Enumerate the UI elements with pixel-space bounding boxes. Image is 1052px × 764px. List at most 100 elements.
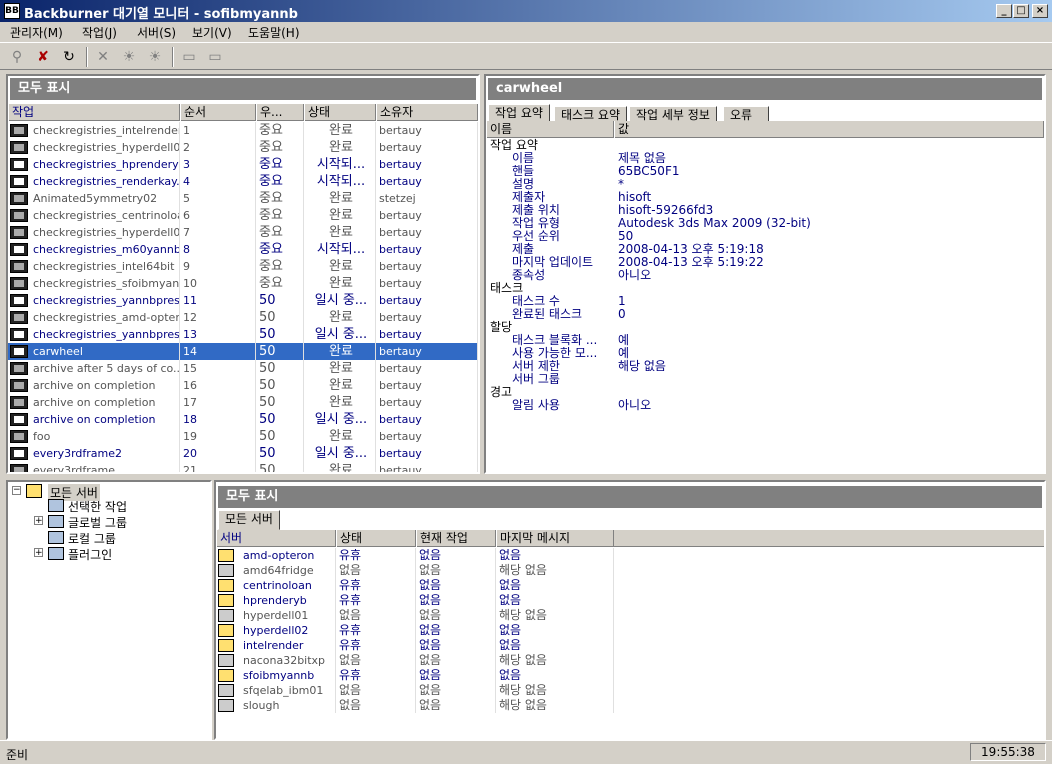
job-priority: 중요 — [256, 173, 304, 190]
job-row[interactable]: checkregistries_renderkay... 4 중요 시작되... ber… — [8, 173, 478, 190]
job-row[interactable]: checkregistries_hprenderyb 3 중요 시작되... berta… — [8, 156, 478, 173]
tree-collapse-toggle[interactable]: − — [12, 486, 21, 495]
tree-item-label: 로컬 그룹 — [68, 532, 116, 546]
job-row[interactable]: checkregistries_yannbpres... 13 50 일시 중... b… — [8, 326, 478, 343]
job-row[interactable]: checkregistries_amd-opteron 12 50 완료 bertauy — [8, 309, 478, 326]
server-row[interactable]: slough 없음 없음 해당 없음 — [216, 698, 1044, 713]
tab-all-servers[interactable]: 모든 서버 — [218, 510, 280, 530]
activate-icon[interactable]: ☀ — [118, 47, 140, 67]
job-name: checkregistries_hyperdell02 — [30, 139, 180, 156]
job-row[interactable]: archive on completion 17 50 완료 bertauy — [8, 394, 478, 411]
suspend-icon[interactable]: ☀ — [144, 47, 166, 67]
tree-item[interactable]: + 플러그인 — [8, 546, 208, 562]
tree-expand-toggle[interactable] — [34, 532, 43, 541]
col-owner[interactable]: 소유자 — [376, 104, 478, 121]
menu-job[interactable]: 작업(J) — [82, 24, 117, 41]
job-owner: bertauy — [376, 377, 478, 394]
col-value[interactable]: 값 — [614, 121, 1044, 138]
job-name: checkregistries_hyperdell01 — [30, 224, 180, 241]
col-server[interactable]: 서버 — [216, 530, 336, 547]
film-icon — [10, 345, 28, 358]
server-row[interactable]: hprenderyb 유휴 없음 없음 — [216, 593, 1044, 608]
server-row[interactable]: sfoibmyannb 유휴 없음 없음 — [216, 668, 1044, 683]
menu-admin[interactable]: 관리자(M) — [10, 24, 63, 41]
server-row[interactable]: sfqelab_ibm01 없음 없음 해당 없음 — [216, 683, 1044, 698]
tree-item[interactable]: 로컬 그룹 — [8, 530, 208, 546]
close-button[interactable]: × — [1032, 4, 1048, 18]
servers-panel-title: 모두 표시 — [218, 486, 1042, 508]
col-job[interactable]: 작업 — [8, 104, 180, 121]
job-row[interactable]: Animated5ymmetry02 5 중요 완료 stetzej — [8, 190, 478, 207]
server-status: 유휴 — [336, 668, 416, 683]
job-owner: bertauy — [376, 343, 478, 360]
job-row[interactable]: checkregistries_hyperdell02 2 중요 완료 bertauy — [8, 139, 478, 156]
server-msg: 해당 없음 — [496, 698, 614, 713]
monitor-icon[interactable]: ▭ — [178, 47, 200, 67]
tree-item[interactable]: 선택한 작업 — [8, 498, 208, 514]
job-status: 완료 — [304, 428, 376, 445]
job-owner: bertauy — [376, 445, 478, 462]
server-row[interactable]: amd-opteron 유휴 없음 없음 — [216, 548, 1044, 563]
film-icon — [10, 396, 28, 409]
delete-icon[interactable]: ✕ — [92, 47, 114, 67]
menu-view[interactable]: 보기(V) — [192, 24, 232, 41]
job-owner: bertauy — [376, 411, 478, 428]
job-name: checkregistries_intelrender — [30, 122, 180, 139]
server-icon — [218, 639, 234, 652]
server-row[interactable]: hyperdell01 없음 없음 해당 없음 — [216, 608, 1044, 623]
server-row[interactable]: nacona32bitxp 없음 없음 해당 없음 — [216, 653, 1044, 668]
disconnect-icon[interactable]: ✘ — [32, 47, 54, 67]
tree-expand-toggle[interactable] — [34, 500, 43, 509]
job-priority: 50 — [256, 428, 304, 445]
maximize-button[interactable]: □ — [1013, 4, 1029, 18]
job-owner: bertauy — [376, 207, 478, 224]
col-name[interactable]: 이름 — [486, 121, 614, 138]
job-row[interactable]: checkregistries_sfoibmyannb 10 중요 완료 bertauy — [8, 275, 478, 292]
property-row: 경고 — [488, 386, 1042, 399]
server-row[interactable]: hyperdell02 유휴 없음 없음 — [216, 623, 1044, 638]
col-last-message[interactable]: 마지막 메시지 — [496, 530, 614, 547]
col-order[interactable]: 순서 — [180, 104, 256, 121]
monitor2-icon[interactable]: ▭ — [204, 47, 226, 67]
server-name: amd64fridge — [240, 563, 336, 578]
tree-item[interactable]: + 글로벌 그룹 — [8, 514, 208, 530]
server-job: 없음 — [416, 653, 496, 668]
job-row[interactable]: carwheel 14 50 완료 bertauy — [8, 343, 478, 360]
job-order: 19 — [180, 428, 256, 445]
job-status: 완료 — [304, 309, 376, 326]
server-row[interactable]: amd64fridge 없음 없음 해당 없음 — [216, 563, 1044, 578]
job-name: checkregistries_amd-opteron — [30, 309, 180, 326]
job-status: 완료 — [304, 122, 376, 139]
col-server-status[interactable]: 상태 — [336, 530, 416, 547]
col-current-job[interactable]: 현재 작업 — [416, 530, 496, 547]
job-row[interactable]: checkregistries_m60yannb 8 중요 시작되... bertauy — [8, 241, 478, 258]
tree-expand-toggle[interactable]: + — [34, 548, 43, 558]
job-row[interactable]: archive after 5 days of co... 15 50 완료 berta… — [8, 360, 478, 377]
job-name: checkregistries_intel64bit — [30, 258, 180, 275]
job-row[interactable]: archive on completion 18 50 일시 중... bertauy — [8, 411, 478, 428]
job-row[interactable]: checkregistries_centrinoloan 6 중요 완료 bertauy — [8, 207, 478, 224]
server-row[interactable]: intelrender 유휴 없음 없음 — [216, 638, 1044, 653]
job-row[interactable]: archive on completion 16 50 완료 bertauy — [8, 377, 478, 394]
job-order: 7 — [180, 224, 256, 241]
menu-server[interactable]: 서버(S) — [137, 24, 176, 41]
server-row[interactable]: centrinoloan 유휴 없음 없음 — [216, 578, 1044, 593]
job-row[interactable]: checkregistries_intelrender 1 중요 완료 bertauy — [8, 122, 478, 139]
job-name: checkregistries_hprenderyb — [30, 156, 180, 173]
job-row[interactable]: checkregistries_yannbpres... 11 50 일시 중... b… — [8, 292, 478, 309]
menu-help[interactable]: 도움말(H) — [248, 24, 300, 41]
job-row[interactable]: every3rdframe 21 50 완료 bertauy — [8, 462, 478, 472]
job-row[interactable]: checkregistries_hyperdell01 7 중요 완료 bertauy — [8, 224, 478, 241]
col-status[interactable]: 상태 — [304, 104, 376, 121]
refresh-icon[interactable]: ↻ — [58, 47, 80, 67]
minimize-button[interactable]: _ — [996, 4, 1012, 18]
tree-expand-toggle[interactable]: + — [34, 516, 43, 526]
job-row[interactable]: checkregistries_intel64bit 9 중요 완료 bertauy — [8, 258, 478, 275]
job-status: 완료 — [304, 224, 376, 241]
server-status: 없음 — [336, 653, 416, 668]
server-job: 없음 — [416, 578, 496, 593]
job-row[interactable]: foo 19 50 완료 bertauy — [8, 428, 478, 445]
job-row[interactable]: every3rdframe2 20 50 일시 중... bertauy — [8, 445, 478, 462]
connect-icon[interactable]: ⚲ — [6, 47, 28, 67]
col-priority[interactable]: 우... — [256, 104, 304, 121]
